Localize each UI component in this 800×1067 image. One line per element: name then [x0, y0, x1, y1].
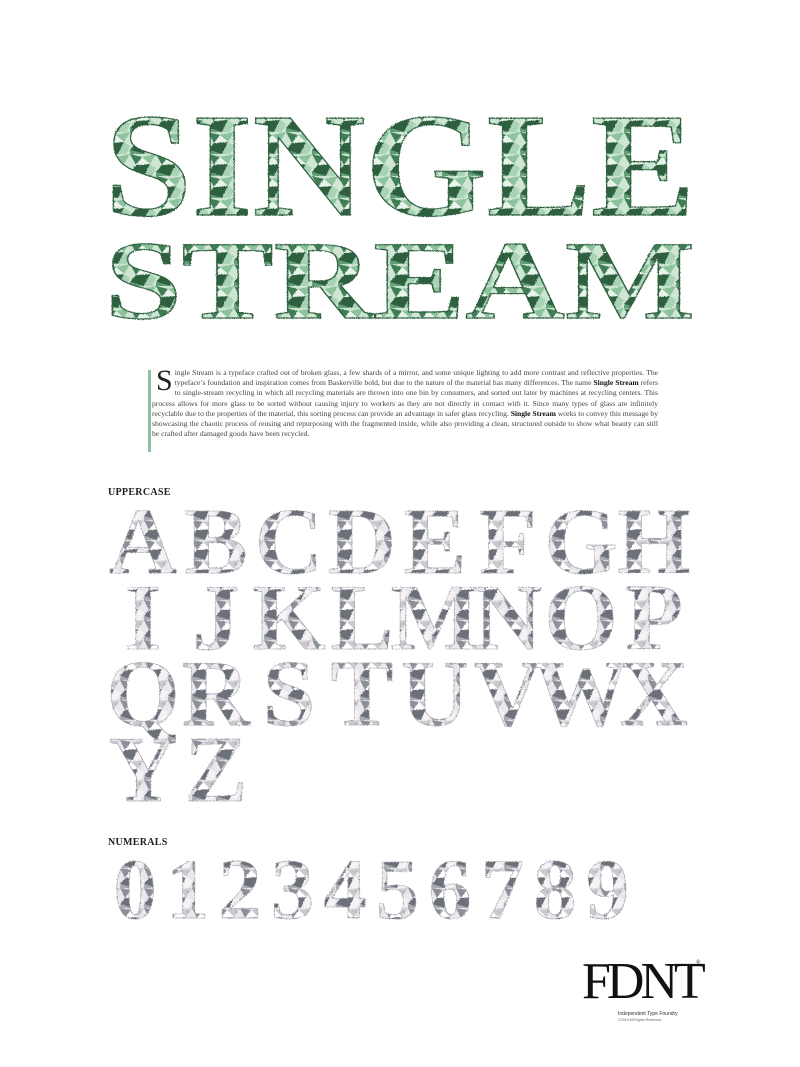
drop-cap: S	[156, 364, 173, 397]
glyph-1: 1	[166, 848, 209, 928]
glyph-6: 6	[429, 848, 472, 928]
intro-bold-1: Single Stream	[593, 378, 639, 388]
accent-bar	[148, 370, 151, 452]
foundry-logo: FDNT ® Independent Type Foundry ©2019 Al…	[582, 956, 712, 1026]
numeral-glyphs: 0123456789	[113, 848, 629, 928]
glyph-y: Y	[109, 718, 177, 820]
glyph-9: 9	[586, 848, 629, 928]
glyph-4: 4	[324, 848, 367, 928]
glyph-2: 2	[219, 848, 262, 928]
glyph-z: Z	[185, 718, 248, 820]
numerals-label: NUMERALS	[108, 837, 168, 848]
intro-text-1: ingle Stream is a typeface crafted out o…	[174, 368, 658, 388]
logo-rights: ©2019 All Rights Reserved	[618, 1018, 662, 1022]
glyph-x: X	[620, 642, 688, 746]
logo-tagline: Independent Type Foundry	[618, 1011, 678, 1017]
glyph-5: 5	[376, 848, 419, 928]
glyph-w: W	[534, 642, 628, 746]
glyph-t: T	[331, 642, 394, 746]
glyph-7: 7	[481, 848, 524, 928]
glyph-0: 0	[114, 848, 157, 928]
logo-mark: FDNT	[582, 953, 706, 1010]
uppercase-glyphs: A B C D E F G HI J K LMN O PQ R S T U VWXY Z	[106, 500, 691, 820]
title-line-2: STREAM	[105, 219, 695, 340]
glyph-3: 3	[271, 848, 314, 928]
glyph-8: 8	[534, 848, 577, 928]
intro-paragraph: Single Stream is a typeface crafted out …	[148, 364, 658, 452]
glyph-u: U	[401, 642, 469, 746]
registered-mark: ®	[696, 960, 701, 966]
title-artwork: SINGLE STREAM	[104, 83, 695, 340]
glyph-v: V	[474, 642, 542, 746]
glyph-s: S	[263, 642, 315, 746]
intro-bold-2: Single Stream	[510, 408, 556, 418]
uppercase-label: UPPERCASE	[108, 487, 171, 498]
